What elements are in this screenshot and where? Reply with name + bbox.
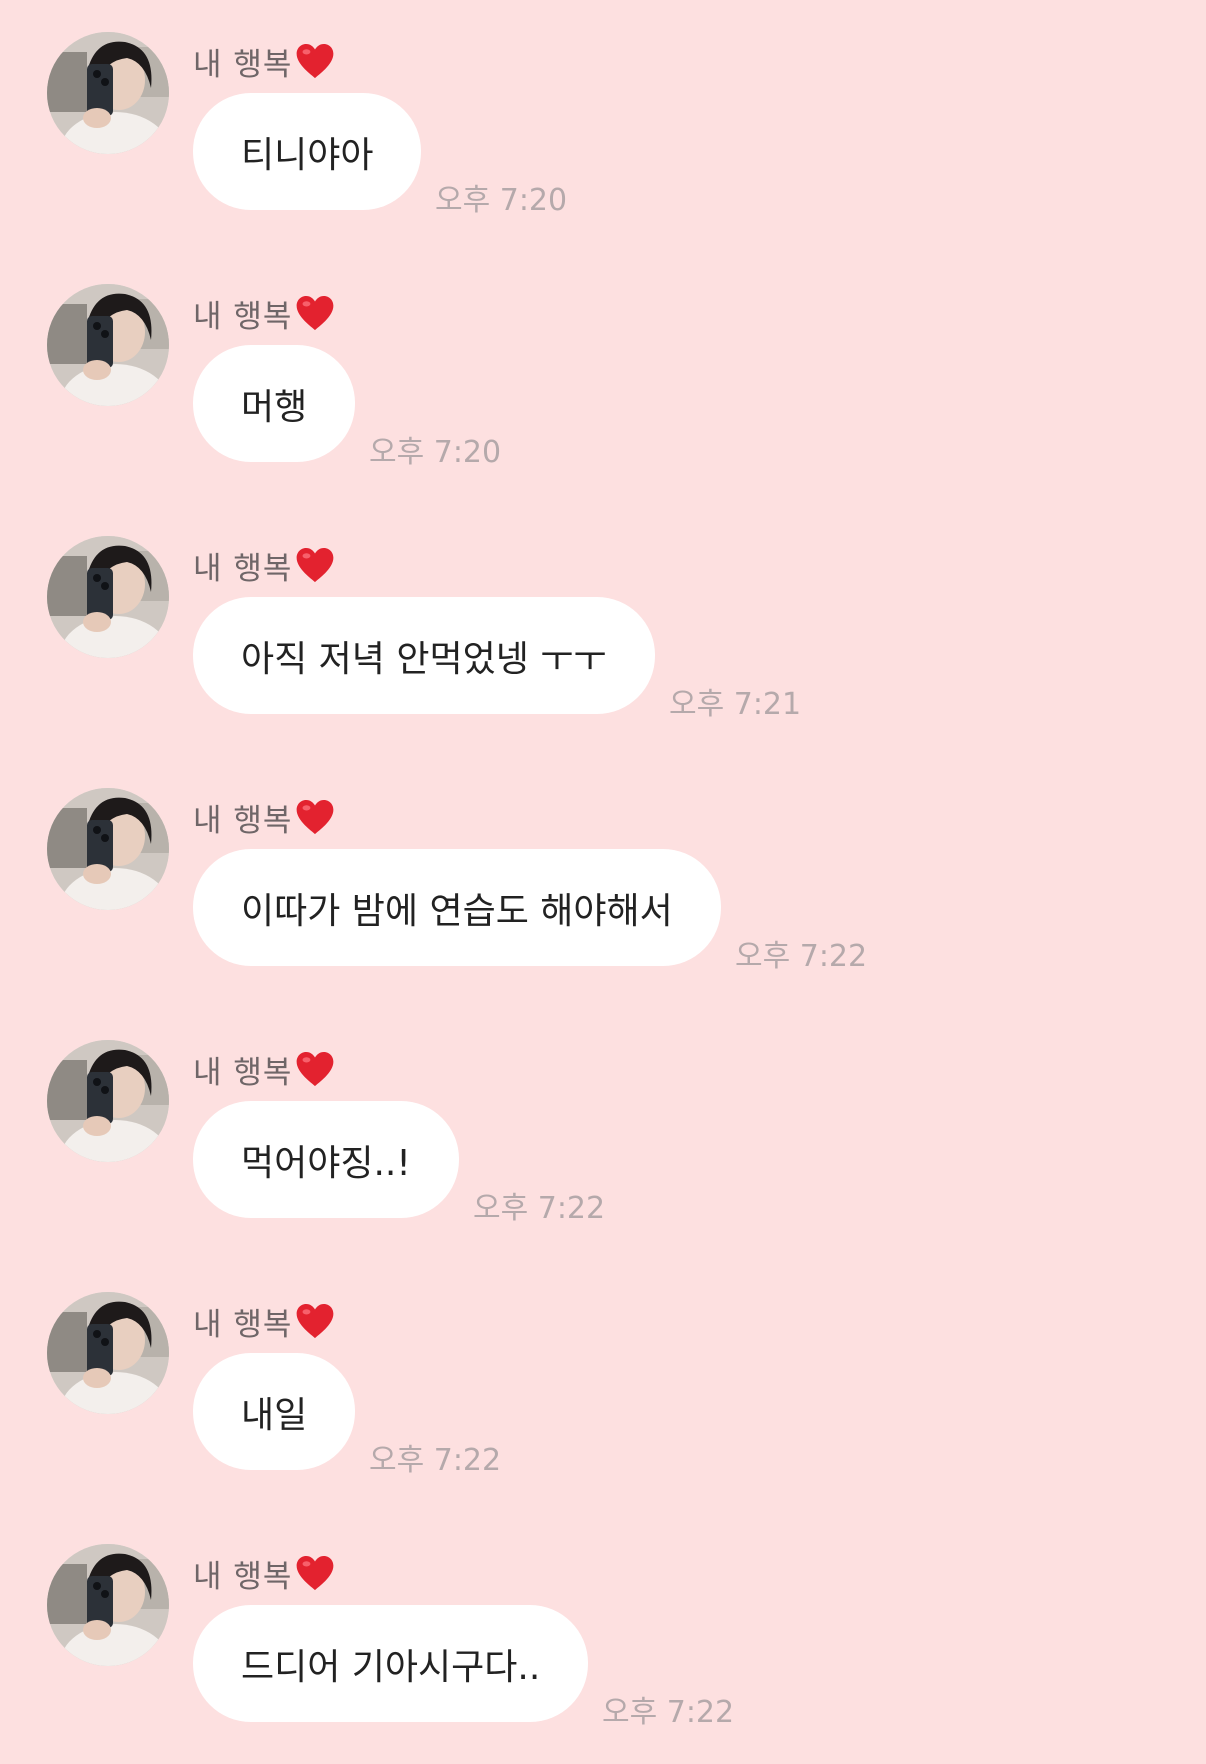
sender-avatar[interactable]	[47, 32, 169, 154]
message-text: 드디어 기아시구다..	[241, 1646, 541, 1688]
sender-name-text: 내 행복	[193, 1054, 293, 1091]
chat-message: 내 행복 먹어야징..! 오후 7:22	[0, 1008, 1206, 1260]
avatar-photo-icon	[47, 284, 169, 406]
sender-name-text: 내 행복	[193, 46, 293, 83]
red-heart-icon	[294, 1552, 336, 1594]
sender-name-text: 내 행복	[193, 298, 293, 335]
chat-message: 내 행복 아직 저녁 안먹었넹 ㅜㅜ 오후 7:21	[0, 504, 1206, 756]
sender-name-text: 내 행복	[193, 1306, 293, 1343]
message-text: 아직 저녁 안먹었넹 ㅜㅜ	[241, 638, 607, 680]
message-bubble[interactable]: 드디어 기아시구다..	[193, 1605, 589, 1722]
message-timestamp: 오후 7:22	[735, 939, 868, 974]
sender-avatar[interactable]	[47, 788, 169, 910]
message-bubble[interactable]: 내일	[193, 1353, 356, 1470]
sender-name-text: 내 행복	[193, 1558, 293, 1595]
message-bubble[interactable]: 먹어야징..!	[193, 1101, 459, 1218]
message-bubble[interactable]: 티니야아	[193, 93, 422, 210]
chat-message: 내 행복 내일 오후 7:22	[0, 1260, 1206, 1512]
red-heart-icon	[294, 1300, 336, 1342]
avatar-photo-icon	[47, 788, 169, 910]
message-timestamp: 오후 7:22	[473, 1191, 606, 1226]
sender-name-text: 내 행복	[193, 802, 293, 839]
avatar-photo-icon	[47, 1292, 169, 1414]
avatar-photo-icon	[47, 1040, 169, 1162]
sender-avatar[interactable]	[47, 536, 169, 658]
sender-avatar[interactable]	[47, 1544, 169, 1666]
sender-avatar[interactable]	[47, 284, 169, 406]
sender-name-text: 내 행복	[193, 550, 293, 587]
message-text: 머행	[241, 386, 308, 428]
message-timestamp: 오후 7:21	[669, 687, 802, 722]
sender-name: 내 행복	[193, 1046, 336, 1092]
sender-name: 내 행복	[193, 1550, 336, 1596]
sender-name: 내 행복	[193, 290, 336, 336]
message-timestamp: 오후 7:22	[369, 1443, 502, 1478]
chat-message: 내 행복 드디어 기아시구다.. 오후 7:22	[0, 1512, 1206, 1764]
message-text: 내일	[241, 1394, 308, 1436]
red-heart-icon	[294, 1048, 336, 1090]
chat-message: 내 행복 티니야아 오후 7:20	[0, 0, 1206, 252]
message-bubble[interactable]: 아직 저녁 안먹었넹 ㅜㅜ	[193, 597, 655, 714]
sender-avatar[interactable]	[47, 1292, 169, 1414]
chat-message: 내 행복 이따가 밤에 연습도 해야해서 오후 7:22	[0, 756, 1206, 1008]
message-timestamp: 오후 7:20	[435, 183, 568, 218]
red-heart-icon	[294, 796, 336, 838]
chat-message: 내 행복 머행 오후 7:20	[0, 252, 1206, 504]
red-heart-icon	[294, 40, 336, 82]
sender-name: 내 행복	[193, 1298, 336, 1344]
red-heart-icon	[294, 292, 336, 334]
avatar-photo-icon	[47, 32, 169, 154]
message-text: 먹어야징..!	[241, 1142, 411, 1184]
sender-avatar[interactable]	[47, 1040, 169, 1162]
sender-name: 내 행복	[193, 542, 336, 588]
avatar-photo-icon	[47, 536, 169, 658]
red-heart-icon	[294, 544, 336, 586]
avatar-photo-icon	[47, 1544, 169, 1666]
message-timestamp: 오후 7:20	[369, 435, 502, 470]
sender-name: 내 행복	[193, 794, 336, 840]
message-bubble[interactable]: 머행	[193, 345, 356, 462]
sender-name: 내 행복	[193, 38, 336, 84]
message-timestamp: 오후 7:22	[602, 1695, 735, 1730]
message-bubble[interactable]: 이따가 밤에 연습도 해야해서	[193, 849, 721, 966]
message-text: 이따가 밤에 연습도 해야해서	[241, 890, 673, 932]
message-text: 티니야아	[241, 134, 374, 176]
